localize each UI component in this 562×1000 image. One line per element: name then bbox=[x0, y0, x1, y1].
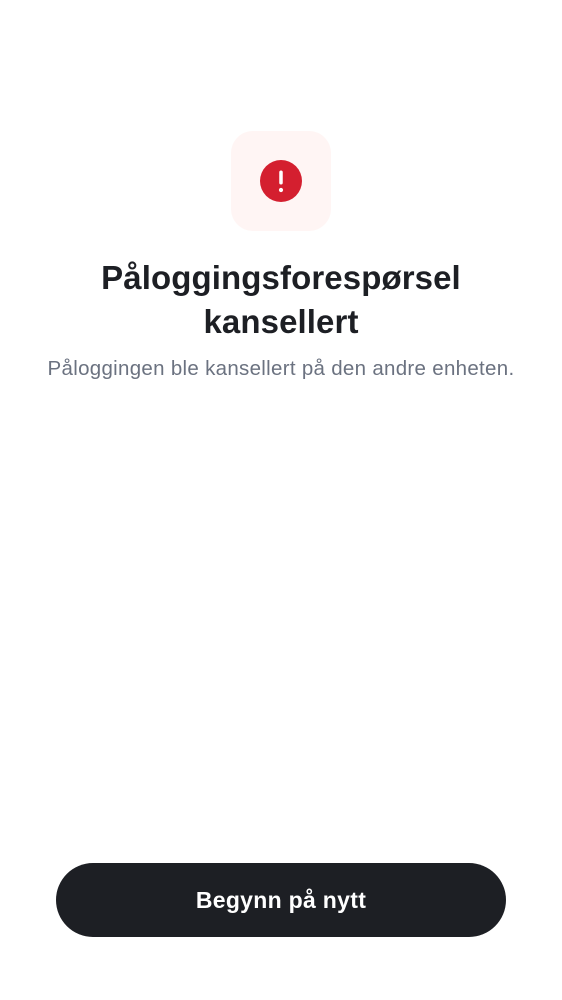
status-message: Påloggingen ble kansellert på den andre … bbox=[47, 357, 515, 380]
exclamation-circle-icon bbox=[260, 160, 302, 202]
restart-button[interactable]: Begynn på nytt bbox=[56, 863, 506, 937]
page-title: Påloggingsforespørsel kansellert bbox=[101, 259, 461, 340]
status-icon-tile bbox=[231, 131, 331, 231]
